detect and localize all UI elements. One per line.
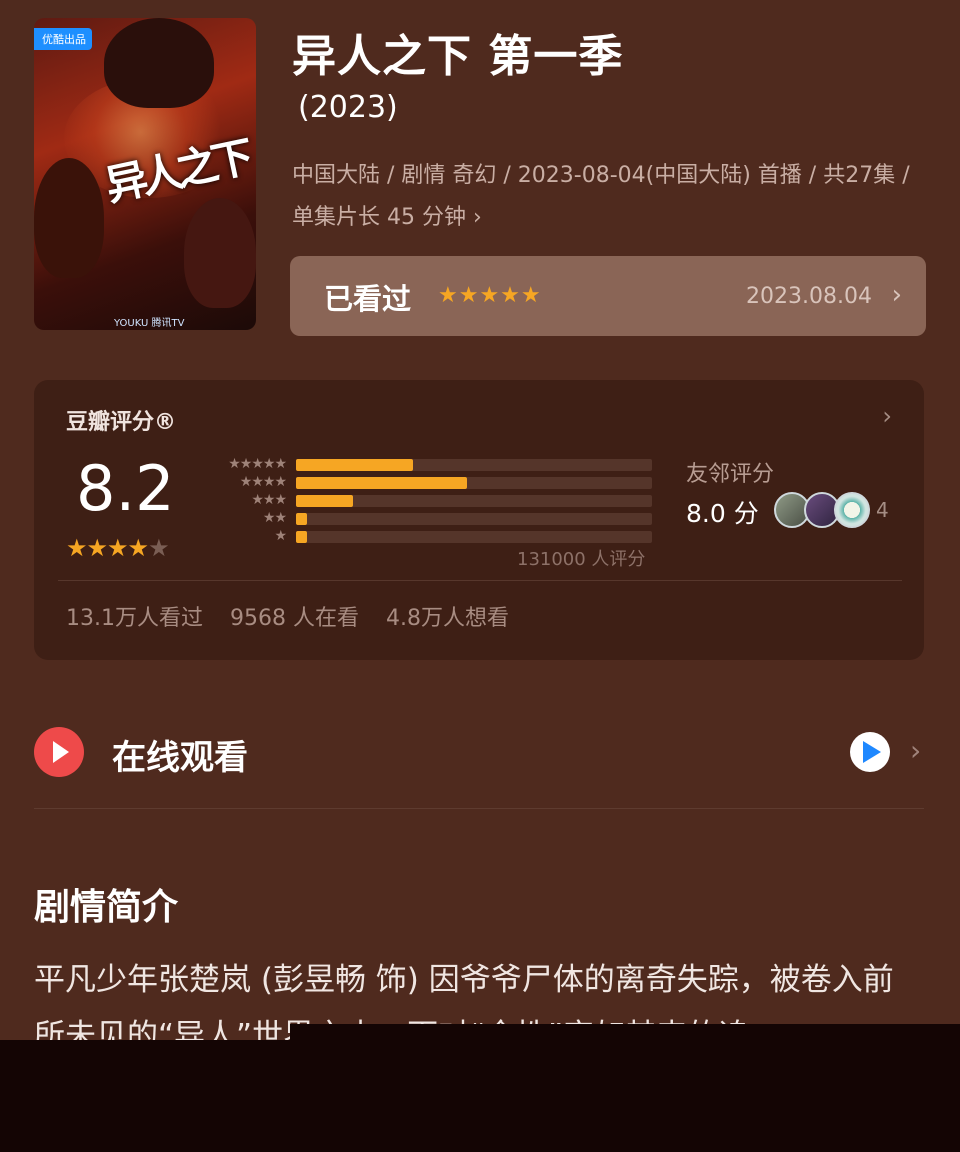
poster-figure (104, 18, 214, 108)
rating-heading: 豆瓣评分® (66, 410, 177, 435)
neighbor-rating-score: 8.0 分 (686, 499, 759, 528)
chevron-right-icon[interactable]: › (910, 734, 921, 767)
rating-count: 131000 人评分 (517, 549, 646, 570)
rating-card[interactable]: 豆瓣评分® › 8.2 ★★★★★ ★★★★★ ★★★★ ★★★ ★★ ★ 131000… (34, 380, 924, 660)
star-level-icon: ★★★★★ (228, 456, 287, 472)
my-rating-stars: ★★★★★ (438, 283, 542, 308)
rating-distribution-row: ★★★★ (204, 474, 654, 492)
star-full-icon: ★★★★ (66, 534, 149, 562)
average-score: 8.2 (76, 452, 175, 525)
chevron-right-icon: › (891, 280, 902, 310)
rating-bar-track (296, 495, 652, 507)
rating-bar (296, 477, 467, 489)
watched-date: 2023.08.04 (746, 284, 872, 309)
watched-count: 13.1万人看过 (66, 606, 203, 631)
rating-bar-track (296, 459, 652, 471)
watched-status-box[interactable]: 已看过 ★★★★★ 2023.08.04 › (290, 256, 926, 336)
watched-label: 已看过 (324, 282, 412, 316)
star-level-icon: ★★★ (251, 492, 287, 508)
divider (58, 580, 902, 581)
star-level-icon: ★ (274, 528, 287, 544)
overlay-bar (0, 1040, 960, 1152)
average-stars: ★★★★★ (66, 534, 170, 562)
watch-online-label[interactable]: 在线观看 (112, 730, 248, 779)
want-to-watch-count: 4.8万人想看 (385, 606, 509, 631)
poster-image[interactable]: 优酷出品 异人之下 YOUKU 腾讯TV (34, 18, 256, 330)
rating-distribution-row: ★★★★★ (204, 456, 654, 474)
rating-bar (296, 513, 307, 525)
rating-distribution-row: ★★ (204, 510, 654, 528)
rating-bar (296, 495, 353, 507)
poster-logos: YOUKU 腾讯TV (114, 318, 185, 329)
synopsis-title: 剧情简介 (34, 887, 179, 928)
watching-count: 9568 人在看 (230, 606, 359, 631)
poster-figure (34, 158, 104, 278)
poster-figure (184, 198, 256, 308)
play-icon[interactable] (34, 727, 84, 777)
neighbor-count: 4 (876, 498, 889, 522)
page-title: 异人之下 第一季 (292, 31, 624, 82)
star-empty-icon: ★ (148, 534, 169, 562)
chevron-right-icon[interactable]: › (882, 402, 892, 430)
neighbor-rating-label: 友邻评分 (686, 462, 775, 487)
star-level-icon: ★★★★ (239, 474, 287, 490)
producer-badge: 优酷出品 (34, 28, 92, 50)
rating-bar (296, 459, 413, 471)
rating-distribution-row: ★★★ (204, 492, 654, 510)
rating-bar-track (296, 513, 652, 525)
star-level-icon: ★★ (262, 510, 287, 526)
watch-stats: 13.1万人看过 9568 人在看 4.8万人想看 (66, 600, 529, 632)
rating-bar-track (296, 477, 652, 489)
rating-bar (296, 531, 307, 543)
release-year: (2023) (298, 90, 398, 125)
meta-info[interactable]: 中国大陆 / 剧情 奇幻 / 2023-08-04(中国大陆) 首播 / 共27… (292, 155, 932, 239)
youku-app-icon[interactable] (850, 732, 890, 772)
divider (34, 808, 924, 809)
avatar[interactable] (834, 492, 870, 528)
rating-bar-track (296, 531, 652, 543)
rating-distribution-row: ★ (204, 528, 654, 546)
